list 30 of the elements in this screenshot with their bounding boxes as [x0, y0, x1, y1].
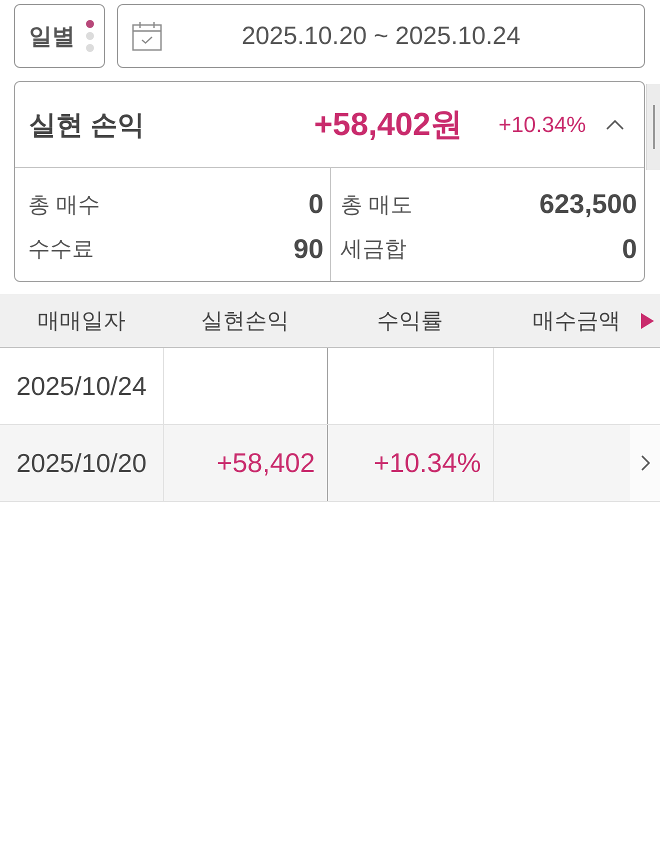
table-row[interactable]: 2025/10/20 +58,402 +10.34% — [0, 425, 660, 502]
table-cell-text: 2025/10/20 — [15, 446, 148, 480]
scroll-handle[interactable] — [646, 84, 660, 170]
column-header: 매매일자 — [38, 306, 126, 334]
summary-label: 총 매수 — [28, 190, 100, 218]
period-label: 일별 — [29, 22, 76, 50]
profit-rate: +10.34% — [498, 112, 586, 138]
period-selector-button[interactable]: 일별 — [14, 4, 105, 68]
column-header: 매수금액 — [532, 306, 620, 334]
summary-label: 수수료 — [28, 235, 94, 263]
table-cell: +10.34% — [327, 425, 493, 501]
triangle-right-icon[interactable] — [641, 313, 654, 329]
table-row[interactable]: 2025/10/24 — [0, 348, 660, 425]
summary-value: 90 — [293, 234, 324, 264]
date-range-field[interactable]: 2025.10.20 ~ 2025.10.24 — [117, 4, 645, 68]
summary-value: 623,500 — [539, 189, 637, 220]
table-cell: +58,402 — [163, 425, 327, 501]
summary-value: 0 — [308, 189, 324, 220]
chevron-up-icon — [606, 120, 624, 130]
date-range-text: 2025.10.20 ~ 2025.10.24 — [240, 22, 522, 50]
summary-value: 0 — [622, 234, 637, 264]
realized-profit-amount: +58,402원 — [314, 104, 463, 144]
chevron-right-icon — [640, 455, 650, 471]
calendar-icon — [132, 21, 162, 51]
table-cell-text: 2025/10/24 — [15, 370, 148, 402]
column-header: 수익률 — [377, 306, 443, 334]
summary-label: 세금합 — [340, 235, 406, 263]
column-header: 실현손익 — [201, 306, 289, 334]
summary-label: 총 매도 — [340, 190, 413, 218]
summary-title: 실현 손익 — [29, 108, 146, 142]
